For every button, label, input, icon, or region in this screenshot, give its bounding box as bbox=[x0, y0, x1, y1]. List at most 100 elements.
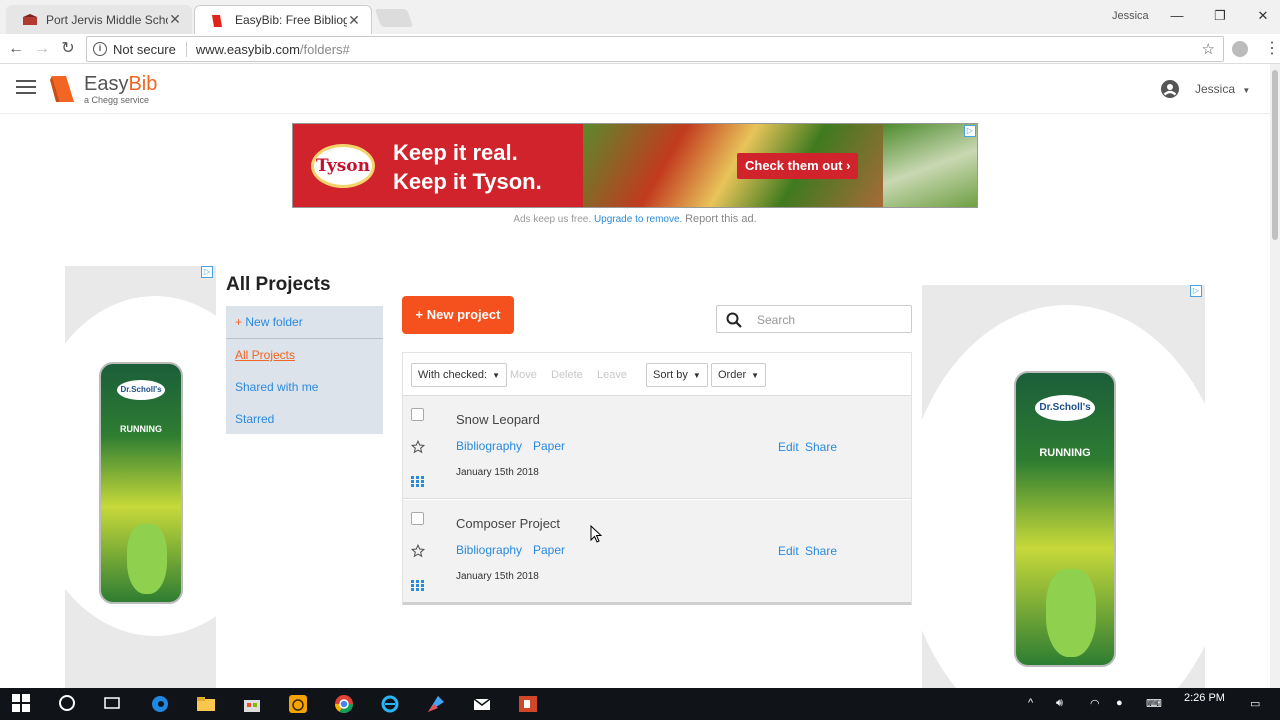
ad-cta-button[interactable]: Check them out › bbox=[737, 153, 859, 179]
info-icon[interactable]: i bbox=[93, 42, 107, 56]
chevron-down-icon: ▼ bbox=[692, 371, 701, 380]
address-bar-row: ← → ↻ i Not secure www.easybib.com/folde… bbox=[0, 34, 1280, 64]
grid-icon[interactable] bbox=[411, 474, 424, 487]
back-arrow-icon[interactable]: ← bbox=[5, 38, 27, 60]
order-dropdown[interactable]: Order ▼ bbox=[711, 363, 767, 387]
project-row: Composer Project Bibliography Paper Edit… bbox=[403, 500, 911, 603]
edge-browser-icon[interactable] bbox=[150, 694, 170, 714]
share-link[interactable]: Share bbox=[805, 440, 837, 454]
taskbar-clock[interactable]: 2:26 PM bbox=[1184, 692, 1225, 704]
browser-menu-icon[interactable]: ⋮ bbox=[1264, 39, 1280, 59]
notifications-icon[interactable]: ▭ bbox=[1250, 697, 1260, 710]
close-window-button[interactable]: ✕ bbox=[1248, 5, 1278, 27]
left-side-ad[interactable]: Dr.Scholl's RUNNING ▷ bbox=[65, 266, 216, 688]
edit-link[interactable]: Edit bbox=[778, 544, 799, 558]
chrome-browser-icon[interactable] bbox=[334, 694, 354, 714]
bibliography-link[interactable]: Bibliography bbox=[456, 543, 522, 557]
edit-link[interactable]: Edit bbox=[778, 440, 799, 454]
star-icon[interactable] bbox=[410, 543, 426, 558]
sidebar-item-all-projects[interactable]: All Projects bbox=[235, 348, 295, 362]
window-profile-name[interactable]: Jessica bbox=[1112, 10, 1149, 22]
adchoices-icon[interactable]: ▷ bbox=[201, 266, 213, 278]
sort-by-label: Sort by bbox=[653, 369, 688, 381]
project-checkbox[interactable] bbox=[411, 512, 424, 525]
paper-link[interactable]: Paper bbox=[533, 439, 565, 453]
easybib-favicon-icon bbox=[211, 14, 227, 27]
with-checked-dropdown[interactable]: With checked: ▼ bbox=[411, 363, 508, 387]
extension-icon[interactable] bbox=[1232, 41, 1248, 57]
url-text[interactable]: www.easybib.com/folders# bbox=[187, 42, 350, 57]
report-ad-link[interactable]: Report this ad. bbox=[685, 213, 757, 225]
sort-by-dropdown[interactable]: Sort by ▼ bbox=[646, 363, 708, 387]
omnibox[interactable]: i Not secure www.easybib.com/folders# ☆ bbox=[86, 36, 1224, 62]
sidebar-divider bbox=[226, 338, 383, 339]
powerpoint-icon[interactable] bbox=[518, 694, 538, 714]
move-action[interactable]: Move bbox=[510, 369, 537, 381]
tab-port-jervis[interactable]: Port Jervis Middle Schoo ✕ bbox=[6, 5, 192, 34]
minimize-button[interactable]: — bbox=[1162, 5, 1192, 27]
app-tray-icon[interactable]: ● bbox=[1116, 697, 1123, 709]
projects-toolbar: With checked: ▼ Move Delete Leave Sort by… bbox=[403, 353, 911, 396]
star-icon[interactable] bbox=[410, 439, 426, 454]
tab-close-icon[interactable]: ✕ bbox=[347, 12, 361, 29]
share-link[interactable]: Share bbox=[805, 544, 837, 558]
speedometer-app-icon[interactable] bbox=[288, 694, 308, 714]
right-side-ad[interactable]: Dr.Scholl's RUNNING ▷ bbox=[922, 285, 1205, 688]
forward-arrow-icon[interactable]: → bbox=[31, 38, 53, 60]
brand-name[interactable]: EasyBib bbox=[84, 73, 157, 96]
easybib-logo-icon[interactable] bbox=[50, 74, 76, 104]
product-name: RUNNING bbox=[1039, 447, 1091, 459]
cortana-search-icon[interactable] bbox=[58, 694, 78, 714]
upgrade-link[interactable]: Upgrade to remove. bbox=[594, 214, 682, 225]
banner-ad[interactable]: Tyson Keep it real. Keep it Tyson. Check… bbox=[292, 123, 978, 208]
adchoices-icon[interactable]: ▷ bbox=[964, 125, 976, 137]
chevron-down-icon: ▼ bbox=[1242, 86, 1251, 95]
tab-easybib[interactable]: EasyBib: Free Bibliograph ✕ bbox=[194, 5, 372, 34]
show-hidden-icons-icon[interactable]: ^ bbox=[1028, 697, 1033, 709]
restore-button[interactable]: ❐ bbox=[1205, 5, 1235, 27]
new-tab-button[interactable] bbox=[374, 9, 414, 27]
sidebar-item-shared-with-me[interactable]: Shared with me bbox=[235, 380, 318, 394]
mail-icon[interactable] bbox=[472, 694, 492, 714]
project-row: Snow Leopard Bibliography Paper Edit Sha… bbox=[403, 396, 911, 499]
volume-icon[interactable]: 🔊︎ bbox=[1056, 697, 1063, 710]
delete-action[interactable]: Delete bbox=[551, 369, 583, 381]
reload-icon[interactable]: ↻ bbox=[57, 38, 79, 60]
grid-icon[interactable] bbox=[411, 578, 424, 591]
mouse-pointer-icon bbox=[590, 524, 603, 543]
hamburger-menu-icon[interactable] bbox=[16, 80, 36, 96]
bibliography-link[interactable]: Bibliography bbox=[456, 439, 522, 453]
project-name[interactable]: Snow Leopard bbox=[456, 412, 540, 427]
search-icon[interactable] bbox=[726, 312, 742, 328]
user-menu[interactable]: Jessica ▼ bbox=[1195, 82, 1250, 96]
search-input[interactable] bbox=[757, 310, 905, 330]
paper-link[interactable]: Paper bbox=[533, 543, 565, 557]
url-host: www.easybib.com bbox=[195, 41, 300, 57]
new-project-button[interactable]: + New project bbox=[402, 296, 514, 334]
project-checkbox[interactable] bbox=[411, 408, 424, 421]
windows-start-icon[interactable] bbox=[12, 694, 32, 714]
paint-app-icon[interactable] bbox=[426, 694, 446, 714]
adchoices-icon[interactable]: ▷ bbox=[1190, 285, 1202, 297]
internet-explorer-icon[interactable] bbox=[380, 694, 400, 714]
sidebar-item-starred[interactable]: Starred bbox=[235, 412, 274, 426]
new-folder-link[interactable]: + New folder bbox=[235, 315, 303, 329]
bookmark-star-icon[interactable]: ☆ bbox=[1202, 40, 1215, 58]
keyboard-icon[interactable]: ⌨ bbox=[1146, 697, 1162, 710]
task-view-icon[interactable] bbox=[103, 694, 123, 714]
file-explorer-icon[interactable] bbox=[196, 694, 216, 714]
security-label[interactable]: Not secure bbox=[113, 41, 187, 57]
tab-close-icon[interactable]: ✕ bbox=[168, 11, 182, 28]
leave-action[interactable]: Leave bbox=[597, 369, 627, 381]
wifi-icon[interactable]: ◠ bbox=[1090, 697, 1100, 710]
drscholls-logo: Dr.Scholl's bbox=[1035, 395, 1095, 421]
page-scrollbar[interactable] bbox=[1270, 64, 1280, 688]
brand-bib: Bib bbox=[128, 73, 158, 95]
store-icon[interactable] bbox=[242, 694, 262, 714]
url-path: /folders# bbox=[299, 41, 350, 57]
user-account-icon[interactable] bbox=[1161, 80, 1179, 98]
brand-easy: Easy bbox=[84, 73, 129, 95]
scrollbar-thumb[interactable] bbox=[1272, 70, 1278, 240]
chevron-down-icon: ▼ bbox=[751, 371, 760, 380]
project-name[interactable]: Composer Project bbox=[456, 516, 560, 531]
